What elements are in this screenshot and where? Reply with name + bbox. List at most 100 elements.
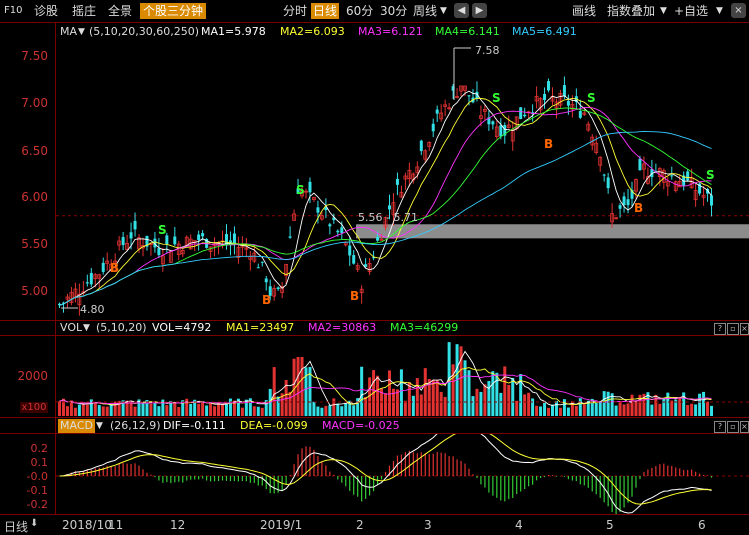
volume-bar [272, 367, 276, 416]
settings-icon[interactable]: ▫ [727, 421, 739, 433]
volume-bar [582, 404, 586, 416]
f10-button[interactable]: F10 [4, 3, 22, 19]
ma-indicator-name[interactable]: MA [60, 25, 77, 39]
macd-chart[interactable] [56, 434, 749, 514]
volume-bar [324, 405, 328, 416]
volume-bar [451, 364, 455, 416]
period-intraday[interactable]: 分时 [283, 3, 307, 19]
macd-dif-value: DIF=-0.111 [163, 419, 226, 432]
price-axis-label: 5.00 [21, 284, 48, 298]
volume-bar [316, 406, 320, 416]
candle-body [547, 81, 551, 91]
volume-bar [97, 405, 101, 416]
volume-bar [256, 406, 260, 416]
candle-body [622, 196, 626, 206]
volume-bar [471, 396, 475, 416]
buy-signal-label: B [262, 293, 271, 307]
diagnose-button[interactable]: 诊股 [34, 3, 58, 19]
close-pane-icon[interactable]: × [740, 323, 749, 335]
period-label[interactable]: 日线 [4, 518, 28, 535]
volume-bar [539, 406, 543, 416]
help-icon[interactable]: ? [714, 323, 726, 335]
price-axis-label: 7.50 [21, 49, 48, 63]
help-icon[interactable]: ? [714, 421, 726, 433]
candle-body [348, 245, 352, 256]
volume-bar [439, 391, 443, 416]
vol-ma1-value: MA1=23497 [226, 321, 295, 334]
macd-params: (26,12,9) [110, 419, 161, 432]
volume-bar [543, 402, 547, 416]
volume-bar [523, 394, 527, 416]
index-overlay-button[interactable]: 指数叠加 [607, 3, 655, 19]
volume-bar [423, 368, 427, 416]
ma2-value: MA2=6.093 [280, 25, 345, 38]
period-daily[interactable]: 日线 [311, 3, 340, 19]
draw-line-button[interactable]: 画线 [572, 3, 596, 19]
volume-bar [698, 393, 702, 416]
volume-bar [554, 401, 558, 416]
date-tick: 2019/1 [260, 518, 303, 532]
volume-bar [487, 380, 491, 416]
macd-indicator-name[interactable]: MACD [58, 419, 95, 433]
overlay-dropdown-icon[interactable]: ▼ [660, 3, 667, 19]
volume-bar [384, 393, 388, 416]
volume-bar [419, 394, 423, 416]
candle-body [566, 100, 570, 106]
volume-bar [296, 356, 300, 416]
volume-bar [594, 402, 598, 416]
volume-bar [165, 405, 169, 416]
date-tick: 12 [170, 518, 186, 532]
volume-bar [662, 397, 666, 416]
volume-bar [153, 402, 157, 416]
hot-button[interactable]: 摇庄 [72, 3, 96, 19]
divider [0, 514, 749, 515]
period-arrow-icon[interactable]: ⬇ [30, 518, 38, 529]
close-icon[interactable]: × [731, 3, 746, 18]
period-30min[interactable]: 30分 [380, 3, 407, 19]
macd-value: MACD=-0.025 [322, 419, 400, 432]
candle-body [288, 236, 292, 238]
buy-signal-label: B [634, 201, 643, 215]
volume-bar [686, 404, 690, 416]
period-weekly[interactable]: 周线 [413, 3, 437, 19]
macd-axis-label: -0.1 [26, 484, 48, 497]
period-60min[interactable]: 60分 [346, 3, 373, 19]
volume-bar [364, 396, 368, 416]
volume-bar [336, 403, 340, 416]
tab-three-minute[interactable]: 个股三分钟 [140, 3, 207, 19]
candle-body [543, 94, 547, 101]
volume-bar [149, 403, 153, 416]
volume-chart[interactable] [56, 336, 749, 417]
vol-indicator-name[interactable]: VOL [60, 321, 82, 335]
moving-average-line [59, 107, 712, 306]
close-pane-icon[interactable]: × [740, 421, 749, 433]
volume-bar [411, 395, 415, 416]
volume-bar [547, 407, 551, 416]
volume-bar [332, 398, 336, 416]
volume-bar [328, 405, 332, 416]
vol-unit-label: x100 [20, 402, 48, 413]
candle-body [618, 205, 622, 209]
candlestick-chart[interactable]: S S S S S B B B B B [56, 40, 749, 320]
macd-dropdown-icon[interactable]: ▼ [96, 419, 103, 433]
volume-bar [93, 402, 97, 416]
settings-icon[interactable]: ▫ [727, 323, 739, 335]
candle-body [562, 85, 566, 97]
vol-dropdown-icon[interactable]: ▼ [83, 321, 90, 335]
ma-params: (5,10,20,30,60,250) [89, 25, 200, 38]
macd-axis-label: 0.1 [30, 456, 49, 469]
volume-bar [626, 403, 630, 416]
volume-bar [395, 389, 399, 416]
prev-arrow-icon[interactable]: ◀ [454, 3, 469, 18]
next-arrow-icon[interactable]: ▶ [472, 3, 487, 18]
low-price-label: 4.80 [80, 303, 105, 316]
volume-bar [670, 400, 674, 416]
volume-bar [515, 400, 519, 416]
watchlist-dropdown-icon[interactable]: ▼ [716, 3, 723, 19]
volume-bar [173, 402, 177, 416]
weekly-dropdown-icon[interactable]: ▼ [440, 3, 447, 19]
panorama-button[interactable]: 全景 [108, 3, 132, 19]
ma-dropdown-icon[interactable]: ▼ [78, 25, 85, 39]
add-watchlist-button[interactable]: +自选 [674, 3, 708, 19]
ma4-value: MA4=6.141 [435, 25, 500, 38]
